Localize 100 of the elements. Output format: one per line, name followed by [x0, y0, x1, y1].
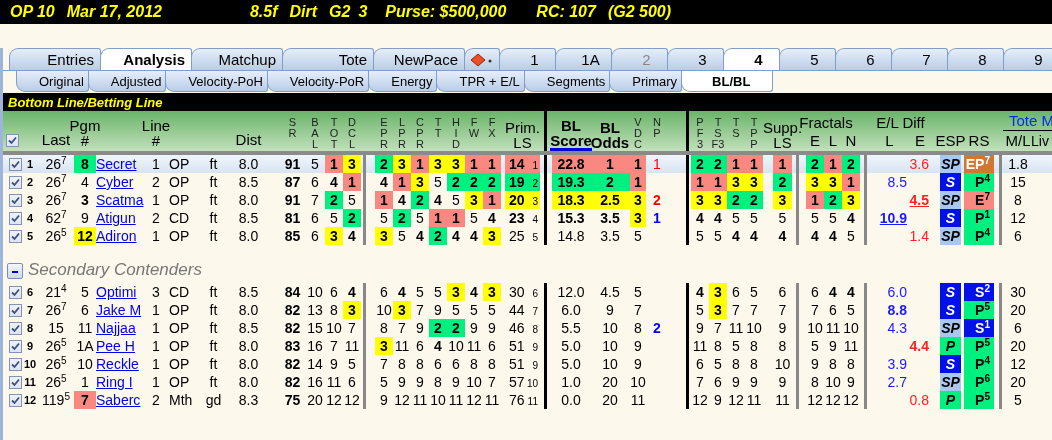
tab[interactable]: 5	[779, 48, 836, 70]
checkbox[interactable]	[9, 175, 22, 189]
tab[interactable]: 8	[947, 48, 1004, 70]
collapse-button[interactable]	[7, 263, 23, 279]
checkbox[interactable]	[9, 375, 22, 389]
row-number: 8	[25, 321, 35, 336]
tab[interactable]: Energy	[368, 71, 438, 92]
horse-link[interactable]: Ring I	[96, 374, 133, 390]
horse-link[interactable]: Scatma	[96, 192, 144, 208]
tab[interactable]: BL/BL	[681, 71, 774, 92]
horse-link[interactable]: Najjaa	[96, 320, 136, 336]
table-row[interactable]: 12 119$^{5}$ 7 Saberc 2 Mth gd 8.3 75 20 12 12 9 12 11 10 11 12 11 76 11 0.0 20 11 12 9 12 11 11 12 12 12 0.8 P P$^{5}$ 5	[3, 391, 1052, 409]
horse-link[interactable]: Atigun	[96, 210, 136, 226]
table-row[interactable]: 2 26$^{7}$ 4 Cyber 2 OP ft 8.5 87 6 4 1 4 1 3 5 2 2 2 19 2 19.3 2 1 1 1 3 3 2 3 3 1 8.5 S P$^{4}$ 15	[3, 173, 1052, 191]
table-cell: 3.9	[887, 356, 907, 372]
table-row[interactable]: 6 21$^{4}$ 5 Optimi 3 CD ft 8.5 84 10 6 4 6 4 5 5 3 4 3 30 6 12.0 4.5 5 4 3 6 5 6 6 4 4 6.0 S S$^{2}$ 30	[3, 283, 1052, 301]
table-row[interactable]: 5 26$^{5}$ 12 Adiron 1 OP ft 8.0 85 6 3 4 3 5 4 2 4 4 3 25 5 14.8 3.5 5 5 5 4 4 4 4 4 5 1.4 SP P$^{4}$ 6	[3, 227, 1052, 245]
table-cell-text: 9	[777, 373, 788, 391]
table-cell-text: 7	[329, 337, 339, 355]
tab[interactable]: 1A	[555, 48, 612, 70]
tab[interactable]: 7	[891, 48, 948, 70]
checkbox[interactable]	[6, 134, 19, 147]
table-cell-text: 9	[329, 355, 339, 373]
tab[interactable]: Velocity-PoR	[266, 71, 370, 92]
checkbox[interactable]	[9, 285, 22, 299]
tab[interactable]: TPR + E/L	[436, 71, 525, 92]
style-badge: SP	[940, 319, 961, 337]
column-header: Pgm #	[69, 118, 101, 151]
table-cell: 1	[465, 155, 483, 173]
tab[interactable]: 6	[835, 48, 892, 70]
horse-link[interactable]: Adiron	[96, 228, 137, 244]
table-row[interactable]: 3 26$^{7}$ 3 Scatma 1 OP ft 8.0 91 7 2 5 1 4 2 4 5 3 1 20 3 18.3 2.5 3 2 3 3 2 2 3 1 2 3 4.5 SP E$^{7}$ 8	[3, 191, 1052, 209]
horse-link[interactable]: Cyber	[96, 174, 134, 190]
table-cell-text: 16	[306, 337, 324, 355]
table-cell-text: 12	[1009, 209, 1027, 227]
checkbox[interactable]	[9, 321, 22, 335]
table-cell: 1	[824, 155, 842, 173]
tab[interactable]: Analysis	[100, 48, 192, 70]
horse-link[interactable]: Secret	[96, 156, 137, 172]
table-cell: 3	[465, 191, 483, 209]
horse-link[interactable]: Optimi	[96, 284, 137, 300]
tab[interactable]: Adjusted	[87, 71, 167, 92]
table-cell-text: 8.0	[237, 227, 260, 245]
tab[interactable]: Velocity-PoH	[165, 71, 268, 92]
table-cell: 3	[447, 283, 465, 301]
table-row[interactable]: 9 26$^{5}$ 1A Pee H 1 OP ft 8.0 83 16 7 11 3 11 6 4 10 11 6 51 9 5.0 10 9 11 8 5 8 8 5 9 11 4.4 P P$^{5}$ 20	[3, 337, 1052, 355]
row-number: 10	[22, 357, 38, 372]
horse-link[interactable]: Saberc	[96, 392, 141, 408]
checkbox[interactable]	[9, 303, 22, 317]
horse-link[interactable]: Jake M	[96, 302, 142, 318]
horse-link[interactable]: Pee H	[96, 338, 135, 354]
diff-link[interactable]: 10.9	[879, 210, 907, 226]
table-cell-text: ft	[208, 337, 219, 355]
table-row[interactable]: 7 26$^{7}$ 6 Jake M 1 OP ft 8.0 82 13 8 3 10 3 7 9 5 5 5 44 7 6.0 9 7 5 3 7 7 7 7 6 5 8.8 S P$^{5}$ 20	[3, 301, 1052, 319]
column-header: M/L	[1005, 133, 1031, 151]
column-header[interactable]: BL Odds	[590, 120, 630, 151]
table-cell: 1	[773, 155, 792, 173]
table-cell-text: 5	[633, 227, 643, 245]
program-number: 4	[80, 173, 90, 191]
tab[interactable]: Segments	[523, 71, 611, 92]
checkbox[interactable]	[9, 229, 22, 243]
tab[interactable]: Original	[16, 71, 89, 92]
table-cell: 3	[727, 173, 745, 191]
tab[interactable]: Tote	[282, 48, 374, 70]
table-row[interactable]: 10 26$^{5}$ 10 Reckle 1 OP ft 8.0 82 14 9 5 7 8 8 6 6 8 8 51 9 5.0 10 9 6 5 8 8 10 9 8 8 3.9 S P$^{4}$ 12	[3, 355, 1052, 373]
tab[interactable]	[464, 48, 500, 70]
checkbox[interactable]	[9, 193, 22, 207]
tab[interactable]: 4	[723, 48, 780, 70]
table-cell-text: 3	[151, 283, 161, 301]
table-row[interactable]: 1 26$^{7}$ 8 Secret 1 OP ft 8.0 91 5 1 3 2 3 1 3 3 1 1 14 1 22.8 1 1 1 2 2 1 1 1 2 1 2 3.6 SP EP$^{7}$ 1.8	[3, 155, 1052, 173]
checkbox[interactable]	[9, 157, 22, 171]
table-cell: 12	[393, 391, 411, 409]
table-cell-text: 91	[283, 191, 302, 209]
table-cell-text: 8	[777, 337, 788, 355]
tab[interactable]: 1	[499, 48, 556, 70]
tab[interactable]: 9	[1003, 48, 1052, 70]
diff-link[interactable]: 4.5	[909, 192, 929, 208]
tab[interactable]: 3	[667, 48, 724, 70]
table-cell-text: 5	[469, 301, 479, 319]
table-cell-text: 10	[601, 337, 619, 355]
table-cell: 3	[393, 155, 411, 173]
horse-link[interactable]: Reckle	[96, 356, 139, 372]
table-cell-text: 6	[1013, 319, 1023, 337]
column-header: L	[885, 133, 894, 151]
column-header[interactable]: Tote M	[1003, 113, 1052, 131]
table-cell: 10	[429, 391, 447, 409]
tab[interactable]: Entries	[9, 48, 101, 70]
checkbox[interactable]	[9, 357, 22, 371]
tab[interactable]: Primary	[609, 71, 683, 92]
checkbox[interactable]	[9, 339, 22, 353]
table-cell: 3	[691, 191, 709, 209]
tab[interactable]: Matchup	[191, 48, 283, 70]
table-row[interactable]: 8 15 11 Najjaa 1 OP ft 8.5 82 15 10 7 8 7 9 2 2 9 9 46 8 5.5 10 8 2 9 7 11 10 9 10 11 10 4.3 SP S$^{1}$ 6	[3, 319, 1052, 337]
tab[interactable]: NewPace	[373, 48, 465, 70]
table-row[interactable]: 11 26$^{5}$ 1 Ring I 1 OP ft 8.0 82 16 11 6 5 9 9 8 9 10 7 57 10 1.0 20 10 7 6 9 9 9 8 10 9 2.7 SP P$^{6}$ 20	[3, 373, 1052, 391]
checkbox[interactable]	[9, 211, 22, 225]
checkbox[interactable]	[9, 393, 22, 407]
table-row[interactable]: 4 62$^{7}$ 9 Atigun 2 CD ft 8.5 81 6 5 2 5 2 5 1 1 5 4 23 4 15.3 3.5 3 1 4 4 5 5 5 5 5 4 10.9 S P$^{1}$ 12	[3, 209, 1052, 227]
table-cell: 11	[842, 337, 860, 355]
table-cell-text: 6	[713, 373, 723, 391]
